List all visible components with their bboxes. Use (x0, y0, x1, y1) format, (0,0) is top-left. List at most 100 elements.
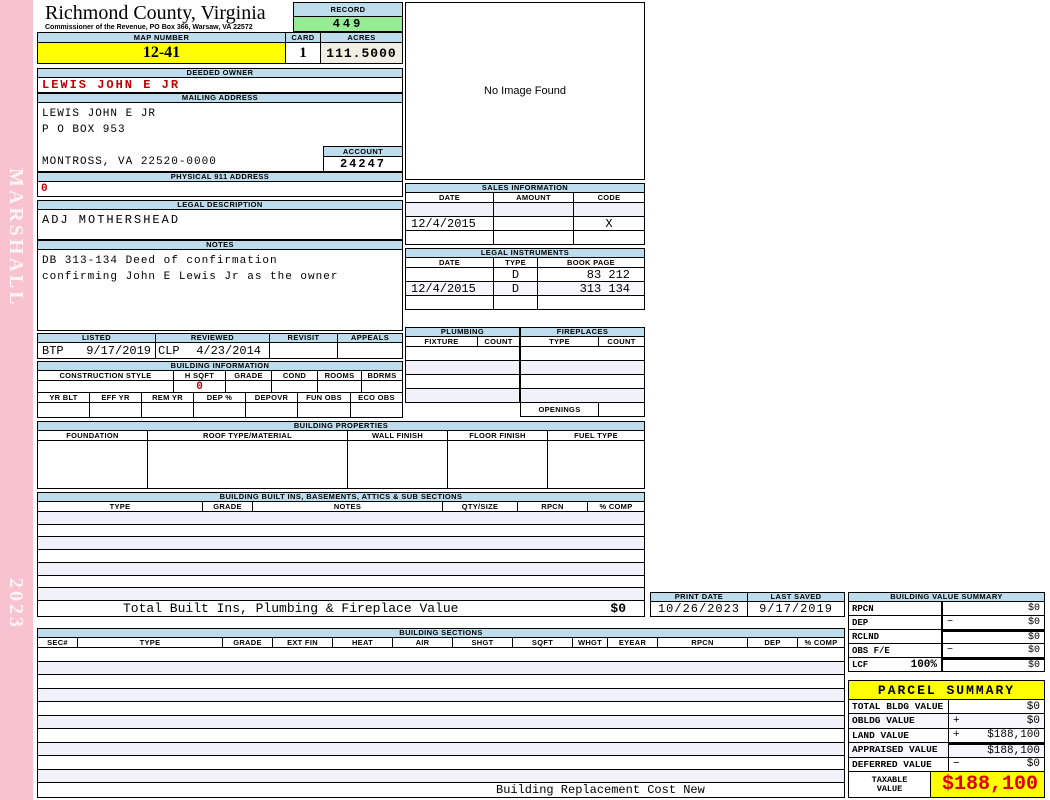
instrument-row-type[interactable] (494, 296, 538, 309)
funobs-label: FUN OBS (298, 393, 351, 402)
sales-row-amount[interactable] (494, 217, 574, 230)
building-sections-rows (37, 648, 845, 782)
instrument-date-label: DATE (406, 258, 494, 267)
instrument-row-bookpage[interactable] (538, 296, 644, 309)
instrument-row-bookpage[interactable]: 313 134 (538, 282, 644, 295)
openings-value[interactable] (599, 403, 644, 416)
obldg-value: $0 (1027, 715, 1040, 727)
bdrms-label: BDRMS (362, 371, 402, 380)
secdep-label: DEP (748, 638, 798, 647)
property-record-card: MARSHALL 2023 Richmond County, Virginia … (0, 0, 1050, 800)
built-ins-total-label: Total Built Ins, Plumbing & Fireplace Va… (123, 601, 458, 616)
eyear-label: EYEAR (608, 638, 658, 647)
builtins-notes-label: NOTES (253, 502, 443, 511)
building-value-summary-table: RPCN $0 DEP −$0 RCLND $0 OBS F/E −$0 LCF… (848, 602, 1045, 672)
sales-row-date[interactable] (406, 231, 494, 244)
ecoobs-value[interactable] (351, 403, 402, 417)
sales-amount-label: AMOUNT (494, 193, 574, 202)
sectype-label: TYPE (78, 638, 223, 647)
cond-label: COND (272, 371, 318, 380)
deeded-owner-value[interactable]: LEWIS JOHN E JR (37, 78, 403, 93)
revisit-value[interactable] (270, 343, 338, 358)
remyr-value[interactable] (142, 403, 194, 417)
wall-finish-label: WALL FINISH (348, 431, 448, 440)
foundation-value[interactable] (38, 441, 148, 488)
roof-value[interactable] (148, 441, 348, 488)
dep-pct-label: DEP % (194, 393, 246, 402)
bvs-row-dep: DEP −$0 (849, 616, 1044, 630)
construction-style-label: CONSTRUCTION STYLE (38, 371, 174, 380)
county-subtitle: Commissioner of the Revenue, PO Box 366,… (45, 24, 305, 31)
cond-value[interactable] (272, 381, 318, 392)
openings-label: OPENINGS (521, 403, 599, 416)
sales-row-date[interactable] (406, 203, 494, 216)
remyr-label: REM YR (142, 393, 194, 402)
card-value[interactable]: 1 (286, 43, 321, 63)
instrument-row-type[interactable]: D (494, 282, 538, 295)
parcel-row-land: LAND VALUE +$188,100 (849, 729, 1044, 743)
parcel-row-total-bldg: TOTAL BLDG VALUE $0 (849, 700, 1044, 714)
photo-placeholder[interactable]: No Image Found (405, 2, 645, 180)
foundation-label: FOUNDATION (38, 431, 148, 440)
construction-style-value[interactable] (38, 381, 174, 392)
funobs-value[interactable] (298, 403, 351, 417)
instrument-row-date[interactable]: 12/4/2015 (406, 282, 494, 295)
card-label: CARD (286, 33, 321, 42)
sales-row-code[interactable] (574, 203, 644, 216)
instrument-row-type[interactable]: D (494, 268, 538, 281)
rooms-label: ROOMS (318, 371, 362, 380)
sales-row-code[interactable]: X (574, 217, 644, 230)
listed-value[interactable]: BTP 9/17/2019 (38, 343, 156, 358)
instrument-row-date[interactable] (406, 268, 494, 281)
floor-finish-value[interactable] (448, 441, 548, 488)
last-saved-value: 9/17/2019 (748, 602, 844, 616)
account-value[interactable]: 24247 (323, 156, 403, 172)
rooms-value[interactable] (318, 381, 362, 392)
instrument-row-bookpage[interactable]: 83 212 (538, 268, 644, 281)
dep-pct-value[interactable] (194, 403, 246, 417)
secgrade-label: GRADE (223, 638, 273, 647)
sales-row-amount[interactable] (494, 231, 574, 244)
acres-value[interactable]: 111.5000 (321, 43, 402, 63)
effyr-label: EFF YR (90, 393, 142, 402)
yrblt-value[interactable] (38, 403, 90, 417)
parcel-row-deferred: DEFERRED VALUE −$0 (849, 758, 1044, 771)
map-number-value[interactable]: 12-41 (38, 43, 286, 63)
physical-address-label: PHYSICAL 911 ADDRESS (37, 172, 403, 182)
map-number-label: MAP NUMBER (38, 33, 286, 42)
legal-description-label: LEGAL DESCRIPTION (37, 200, 403, 210)
effyr-value[interactable] (90, 403, 142, 417)
fuel-type-value[interactable] (548, 441, 644, 488)
record-label: RECORD (293, 2, 403, 17)
depovr-value[interactable] (246, 403, 298, 417)
replacement-cost-label: Building Replacement Cost New (496, 783, 705, 797)
bvs-obsfe-value: $0 (1028, 645, 1040, 656)
sales-row-code[interactable] (574, 231, 644, 244)
taxable-value-label: TAXABLE VALUE (849, 772, 931, 797)
sales-row-date[interactable]: 12/4/2015 (406, 217, 494, 230)
instrument-row-date[interactable] (406, 296, 494, 309)
bdrms-value[interactable] (362, 381, 402, 392)
legal-description-value[interactable]: ADJ MOTHERSHEAD (37, 210, 403, 240)
deferred-value: $0 (1027, 758, 1040, 770)
record-value[interactable]: 449 (293, 16, 403, 32)
mailing-address-block[interactable]: LEWIS JOHN E JR P O BOX 953 MONTROSS, VA… (37, 103, 403, 172)
physical-address-value[interactable]: 0 (37, 182, 403, 197)
hsqft-value[interactable]: 0 (174, 381, 226, 392)
grade-value[interactable] (226, 381, 272, 392)
year-watermark: 2023 (4, 578, 27, 630)
reviewed-value[interactable]: CLP 4/23/2014 (156, 343, 270, 358)
listed-date: 9/17/2019 (86, 344, 151, 358)
sales-code-label: CODE (574, 193, 644, 202)
sales-row-amount[interactable] (494, 203, 574, 216)
notes-block[interactable]: DB 313-134 Deed of confirmation confirmi… (37, 250, 403, 331)
taxable-value-row: TAXABLE VALUE $188,100 (848, 772, 1045, 798)
roof-label: ROOF TYPE/MATERIAL (148, 431, 348, 440)
appeals-value[interactable] (338, 343, 402, 358)
secrpcn-label: RPCN (658, 638, 748, 647)
deeded-owner-label: DEEDED OWNER (37, 68, 403, 78)
wall-finish-value[interactable] (348, 441, 448, 488)
extfin-label: EXT FIN (273, 638, 333, 647)
grade-label: GRADE (226, 371, 272, 380)
seccomp-label: % COMP (798, 638, 844, 647)
